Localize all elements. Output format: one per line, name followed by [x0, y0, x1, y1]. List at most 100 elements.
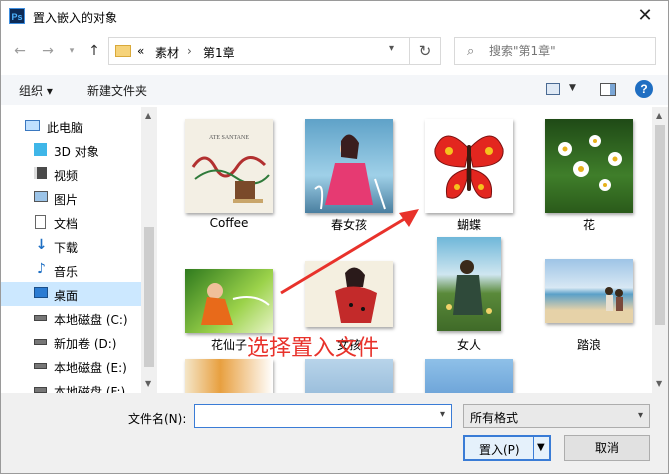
place-dropdown-icon[interactable]: ▼: [537, 442, 545, 453]
cube-3d-icon: [34, 143, 47, 156]
forward-arrow-icon[interactable]: →: [39, 42, 57, 60]
nav-item-drive-d[interactable]: 新加卷 (D:): [1, 330, 141, 354]
photoshop-app-icon: Ps: [9, 8, 25, 24]
nav-item-music[interactable]: ♪ 音乐: [1, 258, 141, 282]
nav-label: 3D 对象: [54, 145, 99, 159]
search-box[interactable]: ⌕: [454, 37, 656, 65]
nav-item-videos[interactable]: 视频: [1, 162, 141, 186]
scroll-down-icon[interactable]: ▼: [656, 379, 662, 388]
music-icon: ♪: [37, 261, 46, 277]
recent-locations-chevron-icon[interactable]: ▾: [63, 42, 81, 60]
nav-label: 图片: [54, 193, 79, 207]
file-name: 踏浪: [576, 338, 601, 352]
nav-label: 音乐: [54, 265, 79, 279]
cancel-button[interactable]: 取消: [564, 435, 650, 461]
view-dropdown-icon[interactable]: ▼: [569, 83, 576, 93]
drive-icon: [34, 339, 47, 345]
breadcrumb-overflow[interactable]: «: [137, 44, 144, 58]
file-thumbnail: [425, 119, 513, 213]
pictures-icon: [34, 191, 48, 202]
window-title: 置入嵌入的对象: [33, 11, 118, 25]
drive-icon: [34, 363, 47, 369]
file-thumbnail: [545, 259, 633, 323]
nav-label: 桌面: [54, 289, 79, 303]
filename-dropdown-icon[interactable]: ▾: [440, 409, 445, 420]
view-options-icon[interactable]: [546, 83, 560, 95]
organize-menu[interactable]: 组织 ▾: [19, 82, 53, 99]
navigation-scrollbar[interactable]: ▲ ▼: [141, 107, 157, 393]
search-input[interactable]: [489, 42, 649, 60]
nav-label: 新加卷 (D:): [54, 337, 117, 351]
file-thumbnail: [305, 359, 393, 393]
nav-label: 本地磁盘 (E:): [54, 361, 127, 375]
preview-pane-icon[interactable]: [600, 83, 616, 96]
filetype-dropdown-icon[interactable]: ▾: [638, 410, 643, 421]
video-icon: [34, 167, 47, 179]
file-item-coffee[interactable]: ATE SANTANE Coffee: [171, 111, 279, 233]
annotation-text: 选择置入文件: [247, 336, 380, 361]
nav-label: 本地磁盘 (F:): [54, 385, 126, 393]
file-thumbnail: [425, 359, 513, 393]
nav-item-drive-e[interactable]: 本地磁盘 (E:): [1, 354, 141, 378]
address-dropdown-icon[interactable]: ▾: [389, 43, 394, 54]
nav-label: 视频: [54, 169, 79, 183]
title-bar: Ps 置入嵌入的对象 ✕: [1, 1, 668, 31]
nav-label: 文档: [54, 217, 79, 231]
file-item-wave[interactable]: 踏浪: [531, 231, 639, 353]
new-folder-button[interactable]: 新建文件夹: [87, 82, 147, 99]
nav-label: 本地磁盘 (C:): [54, 313, 128, 327]
command-bar: 组织 ▾ 新建文件夹: [1, 75, 668, 105]
nav-item-drive-c[interactable]: 本地磁盘 (C:): [1, 306, 141, 330]
file-thumbnail: [437, 237, 501, 331]
nav-item-documents[interactable]: 文档: [1, 210, 141, 234]
breadcrumb-segment-1[interactable]: 素材: [155, 44, 179, 61]
scroll-down-icon[interactable]: ▼: [145, 379, 151, 388]
download-icon: ↓: [35, 237, 48, 253]
svg-text:ATE SANTANE: ATE SANTANE: [209, 135, 249, 141]
file-dialog: Ps 置入嵌入的对象 ✕ ← → ▾ ↑ « 素材 › 第1章 ▾ ↻ ⌕ 组织…: [0, 0, 669, 474]
filename-combobox[interactable]: ▾: [194, 404, 452, 428]
scroll-up-icon[interactable]: ▲: [145, 111, 151, 120]
breadcrumb-segment-2[interactable]: 第1章: [203, 44, 235, 61]
scrollbar-thumb[interactable]: [144, 227, 154, 367]
place-button[interactable]: 置入(P) ▼: [463, 435, 551, 461]
filetype-select[interactable]: 所有格式 ▾: [463, 404, 650, 428]
close-button[interactable]: ✕: [622, 1, 668, 31]
drive-icon: [34, 315, 47, 321]
scrollbar-thumb[interactable]: [655, 125, 665, 325]
computer-icon: [25, 120, 40, 131]
breadcrumb-separator[interactable]: ›: [187, 44, 192, 58]
navigation-pane: 此电脑 3D 对象 视频 图片 文档 ↓ 下载 ♪ 音乐 桌面 本地磁盘 (C:…: [1, 107, 157, 393]
search-icon: ⌕: [467, 44, 475, 59]
folder-icon: [115, 45, 131, 57]
up-arrow-icon[interactable]: ↑: [85, 42, 103, 60]
file-item-partial[interactable]: [411, 351, 519, 393]
file-list-scrollbar[interactable]: ▲ ▼: [652, 107, 668, 393]
back-arrow-icon[interactable]: ←: [11, 42, 29, 60]
nav-item-downloads[interactable]: ↓ 下载: [1, 234, 141, 258]
nav-label: 下载: [54, 241, 79, 255]
filename-input[interactable]: [199, 408, 429, 424]
split-divider: [533, 437, 534, 459]
documents-icon: [35, 215, 46, 229]
desktop-icon: [34, 287, 48, 298]
file-name: Coffee: [209, 216, 249, 230]
file-thumbnail: [305, 119, 393, 213]
nav-label: 此电脑: [47, 121, 84, 135]
file-thumbnail: [185, 359, 273, 393]
scroll-up-icon[interactable]: ▲: [656, 111, 662, 120]
nav-item-3d-objects[interactable]: 3D 对象: [1, 138, 141, 162]
file-item-flower[interactable]: 花: [531, 111, 639, 233]
place-button-label: 置入(P): [479, 443, 520, 457]
dialog-footer: 文件名(N): ▾ 所有格式 ▾ 置入(P) ▼ 取消: [1, 393, 668, 473]
annotation-arrow-icon: [280, 209, 419, 295]
nav-item-drive-f[interactable]: 本地磁盘 (F:): [1, 378, 141, 393]
file-thumbnail: ATE SANTANE: [185, 119, 273, 213]
refresh-button[interactable]: ↻: [409, 37, 441, 65]
address-bar[interactable]: « 素材 › 第1章 ▾: [108, 37, 441, 65]
nav-item-this-pc[interactable]: 此电脑: [1, 114, 141, 138]
help-icon[interactable]: ?: [635, 80, 653, 98]
nav-item-pictures[interactable]: 图片: [1, 186, 141, 210]
file-thumbnail: [545, 119, 633, 213]
nav-item-desktop[interactable]: 桌面: [1, 282, 141, 306]
